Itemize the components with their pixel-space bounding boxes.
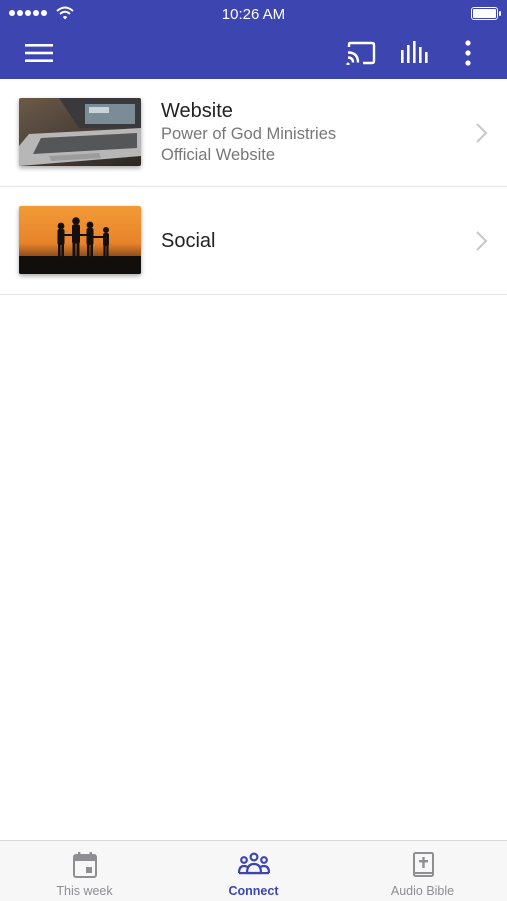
tab-label: Connect xyxy=(228,884,279,898)
tab-label: Audio Bible xyxy=(390,884,455,898)
calendar-icon xyxy=(72,852,97,878)
more-vertical-icon[interactable] xyxy=(453,38,483,68)
list-item-title: Website xyxy=(161,100,233,122)
sunset-silhouettes-thumbnail xyxy=(19,206,141,274)
list-item-subtitle-line2: Official Website xyxy=(161,146,276,164)
status-bar: 10:26 AM xyxy=(0,0,507,28)
tab-audio-bible[interactable]: Audio Bible xyxy=(338,841,507,901)
laptop-thumbnail xyxy=(19,98,141,166)
battery-icon xyxy=(471,7,501,20)
group-icon xyxy=(237,852,270,875)
tab-this-week[interactable]: This week xyxy=(0,841,169,901)
bottom-tab-bar: This week Connect Audio Bible xyxy=(0,840,507,901)
bible-icon xyxy=(412,852,434,877)
app-bar xyxy=(0,28,507,79)
cast-icon[interactable] xyxy=(346,38,376,68)
list-item-title: Social xyxy=(161,230,216,252)
status-time: 10:26 AM xyxy=(221,6,286,23)
tab-connect[interactable]: Connect xyxy=(169,841,338,901)
tab-label: This week xyxy=(56,884,113,898)
audio-bars-icon[interactable] xyxy=(400,38,430,68)
chevron-right-icon xyxy=(476,123,488,143)
hamburger-menu-icon[interactable] xyxy=(24,38,54,68)
list-item-website[interactable]: Website Power of God Ministries Official… xyxy=(0,79,507,187)
connect-list: Website Power of God Ministries Official… xyxy=(0,79,507,295)
list-item-subtitle-line1: Power of God Ministries xyxy=(161,125,337,143)
chevron-right-icon xyxy=(476,231,488,251)
list-item-social[interactable]: Social xyxy=(0,187,507,295)
